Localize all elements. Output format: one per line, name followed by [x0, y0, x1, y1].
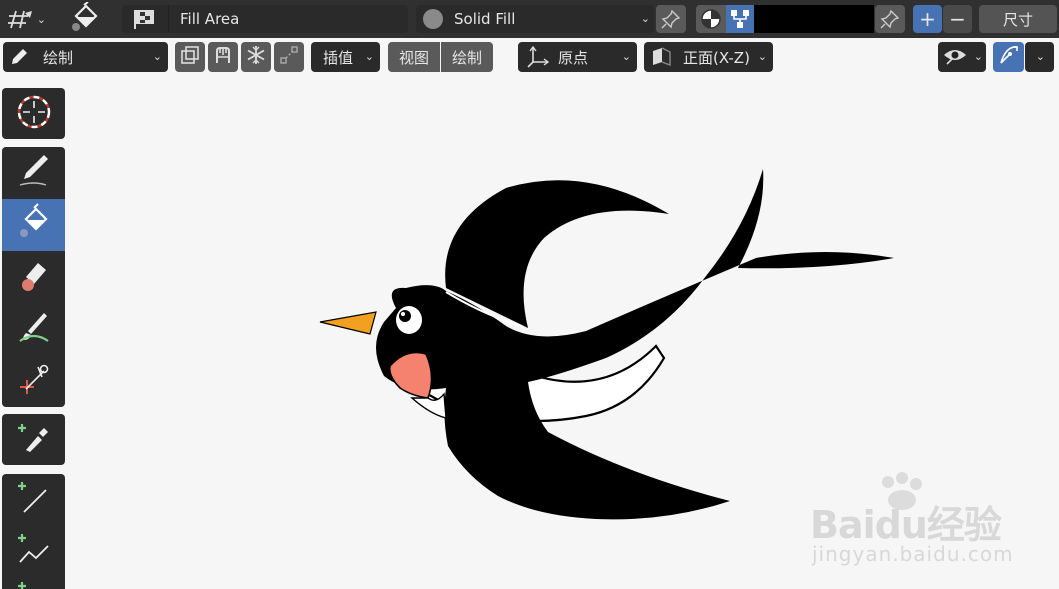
top-header: ⌄ Fill Area Solid Fill ⌄ + − 尺寸 — [0, 0, 1059, 38]
pin-button[interactable] — [875, 5, 905, 33]
origin-label: 原点 — [558, 49, 589, 67]
chevron-down-icon: ⌄ — [152, 50, 162, 63]
chevron-down-icon: ⌄ — [364, 50, 374, 63]
chevron-down-icon: ⌄ — [1035, 50, 1045, 63]
pin-icon — [880, 9, 900, 33]
remove-button[interactable]: − — [943, 5, 972, 33]
grease-pencil-viewport[interactable]: Baidu经验 jingyan.baidu.com — [66, 76, 1059, 589]
swallow-far-wing — [445, 180, 669, 328]
mode-dropdown[interactable]: 绘制 ⌄ — [3, 42, 168, 72]
cursor-tool-group — [2, 88, 65, 139]
pin-button[interactable] — [656, 5, 686, 33]
material-name: Fill Area — [180, 10, 240, 28]
overlay-options-dropdown[interactable]: ⌄ — [1025, 42, 1054, 72]
chevron-down-icon: ⌄ — [757, 50, 767, 63]
draw-tools-group — [2, 147, 65, 407]
interpolate-label: 插值 — [323, 49, 354, 67]
view-menu-label: 视图 — [398, 48, 429, 67]
pencil-icon — [14, 151, 54, 195]
guides-button[interactable] — [208, 42, 238, 72]
scissors-icon — [14, 359, 54, 403]
line-icon — [14, 478, 54, 522]
add-button[interactable]: + — [913, 5, 942, 33]
chevron-down-icon: ⌄ — [973, 50, 983, 63]
dotted-line-icon — [279, 45, 299, 69]
polyline-tool[interactable] — [2, 526, 65, 578]
material-slot-field[interactable]: Fill Area — [122, 5, 408, 33]
fill-tool[interactable] — [2, 199, 65, 251]
tool-header: 绘制 ⌄ 插值 ⌄ 视图 绘制 原点 ⌄ 正面(X-Z) ⌄ ⌄ ⌄ — [0, 38, 1059, 76]
fill-bucket-icon — [14, 203, 54, 247]
material-preview-icon — [423, 9, 443, 29]
chevron-down-icon: ⌄ — [36, 13, 46, 26]
line-tool[interactable] — [2, 474, 65, 526]
next-tool-partial[interactable] — [2, 578, 65, 589]
draw-menu[interactable]: 绘制 — [441, 42, 493, 72]
mode-label: 绘制 — [43, 49, 74, 67]
eyedropper-tool-group — [2, 414, 65, 465]
eraser-icon — [14, 255, 54, 299]
swallow-beak — [319, 311, 377, 335]
pencil-icon — [9, 47, 31, 71]
draw-menu-label: 绘制 — [451, 48, 482, 67]
axis-icon — [525, 45, 550, 72]
multiframe-button[interactable] — [175, 42, 205, 72]
swallow-body — [376, 169, 894, 520]
gizmo-toggle[interactable] — [993, 42, 1024, 72]
minus-icon: − — [949, 7, 966, 31]
draw-tool[interactable] — [2, 147, 65, 199]
size-label: 尺寸 — [1002, 10, 1033, 29]
plus-icon: + — [919, 7, 936, 31]
polyline-icon — [14, 530, 54, 574]
material-icon — [132, 8, 158, 34]
overlay-visibility-dropdown[interactable]: ⌄ — [938, 42, 986, 72]
swallow-cheek — [388, 351, 433, 399]
primitive-tools-group — [2, 474, 65, 589]
view-plane-dropdown[interactable]: 正面(X-Z) ⌄ — [644, 42, 773, 72]
tint-tool[interactable] — [2, 303, 65, 355]
crosshair-icon — [14, 92, 54, 136]
snowflake-icon — [246, 45, 266, 69]
erase-tool[interactable] — [2, 251, 65, 303]
watermark-brand: Baidu经验 — [810, 503, 1002, 547]
view-menu[interactable]: 视图 — [388, 42, 440, 72]
size-button[interactable]: 尺寸 — [979, 5, 1057, 33]
color-swatch[interactable] — [754, 5, 874, 33]
cutter-tool[interactable] — [2, 355, 65, 407]
chevron-down-icon: ⌄ — [621, 50, 631, 63]
snapping-button[interactable] — [241, 42, 271, 72]
eyedropper-icon — [14, 418, 54, 462]
layers-icon — [180, 45, 200, 69]
editor-type-selector[interactable]: ⌄ — [4, 6, 48, 32]
color-mode-button[interactable] — [696, 5, 726, 33]
ruler-icon — [213, 45, 233, 69]
fill-mode-dropdown[interactable]: Solid Fill ⌄ — [416, 5, 654, 33]
editor-type-icon — [8, 8, 34, 34]
plane-icon — [650, 47, 672, 71]
chevron-down-icon: ⌄ — [640, 12, 650, 25]
fill-mode-label: Solid Fill — [454, 10, 516, 28]
watermark-url: jingyan.baidu.com — [812, 542, 1014, 566]
eye-icon — [943, 47, 967, 71]
proportional-button[interactable] — [274, 42, 304, 72]
cursor-tool[interactable] — [2, 88, 65, 139]
fill-bucket-icon[interactable] — [68, 1, 102, 38]
origin-dropdown[interactable]: 原点 ⌄ — [518, 42, 637, 72]
brush-icon — [14, 307, 54, 351]
curve-edit-icon — [998, 44, 1020, 70]
material-color-button[interactable] — [726, 5, 754, 33]
interpolate-dropdown[interactable]: 插值 ⌄ — [311, 42, 380, 72]
pin-icon — [661, 9, 681, 33]
vertex-color-icon — [700, 8, 722, 34]
view-plane-label: 正面(X-Z) — [683, 49, 750, 67]
node-tree-icon — [729, 8, 751, 34]
watermark: Baidu经验 jingyan.baidu.com — [810, 472, 1059, 572]
eyedropper-tool[interactable] — [2, 414, 65, 465]
plus-icon — [14, 578, 54, 589]
